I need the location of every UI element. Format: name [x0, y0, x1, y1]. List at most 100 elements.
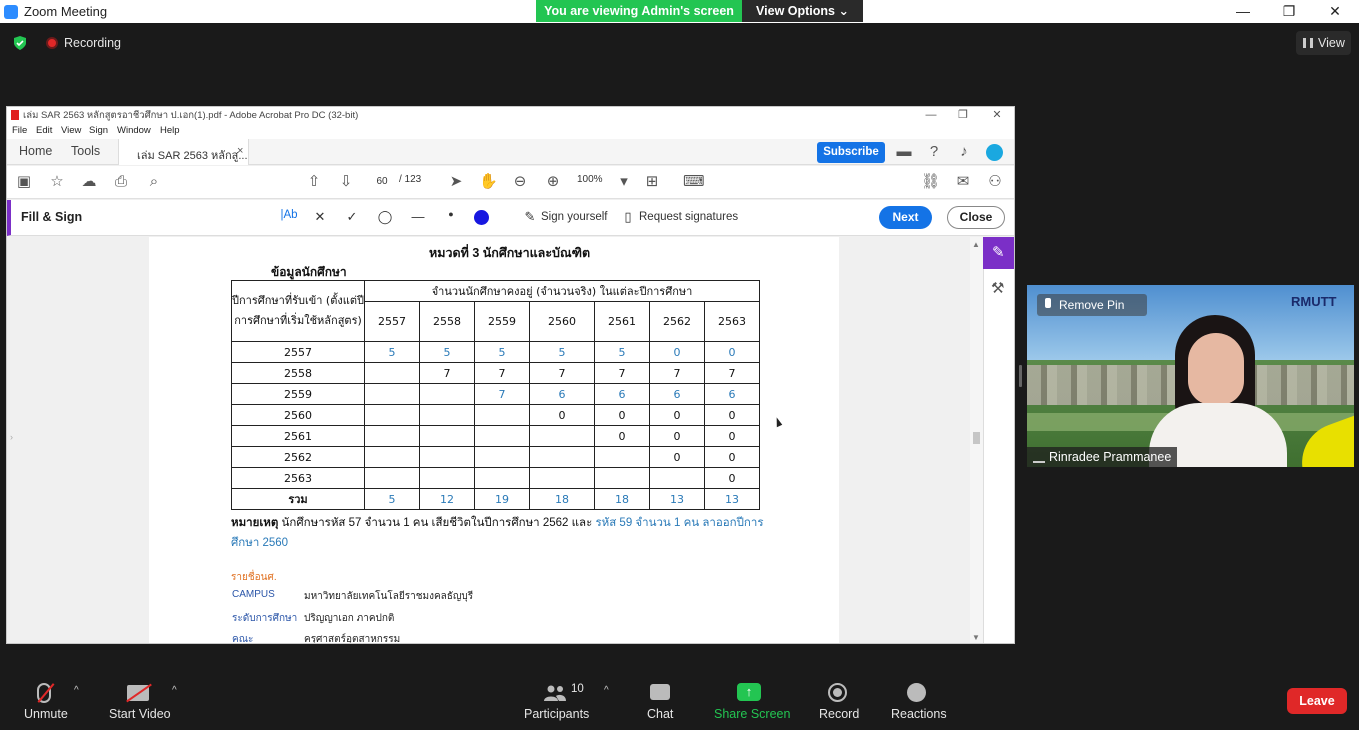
maximize-button[interactable]: ❐ [1274, 2, 1304, 20]
note-text-black: นักศึกษารหัส 57 จำนวน 1 คน เสียชีวิตในปี… [281, 517, 593, 529]
table-row: 2561 0 0 0 [231, 425, 760, 447]
chat-icon[interactable] [650, 684, 670, 700]
page-fit-icon[interactable]: ⊞ [643, 173, 661, 191]
info-key: ระดับการศึกษา [232, 613, 298, 624]
reactions-icon[interactable] [907, 683, 926, 702]
check-mark-icon[interactable]: ✓ [343, 209, 361, 225]
audio-options-caret-icon[interactable]: ^ [74, 685, 84, 696]
shield-icon[interactable] [12, 35, 28, 51]
close-button[interactable]: ✕ [1320, 2, 1350, 20]
fill-sign-rail-button[interactable]: ✎ [983, 237, 1014, 269]
year-header: 2562 [649, 301, 705, 342]
request-signatures-button[interactable]: Request signatures [639, 211, 738, 223]
sign-yourself-button[interactable]: Sign yourself [541, 211, 607, 223]
table-cell: 0 [649, 425, 705, 447]
print-icon[interactable]: ⎙ [112, 173, 130, 191]
table-cell: 5 [529, 341, 595, 363]
chevron-down-icon[interactable]: ▾ [615, 173, 633, 191]
keyboard-tools-icon[interactable]: ⌨ [683, 173, 705, 191]
add-text-icon[interactable]: |Ab [277, 209, 301, 225]
left-panel-toggle-icon[interactable]: › [10, 432, 13, 442]
subscribe-button[interactable]: Subscribe [817, 142, 885, 163]
participants-button[interactable]: Participants [524, 707, 589, 721]
unmute-button[interactable]: Unmute [24, 707, 68, 721]
email-icon[interactable]: ✉ [954, 173, 972, 191]
video-options-caret-icon[interactable]: ^ [172, 685, 182, 696]
cloud-upload-icon[interactable]: ☁ [80, 173, 98, 191]
view-options-button[interactable]: View Options ⌄ [742, 0, 863, 22]
acrobat-window-title: เล่ม SAR 2563 หลักสูตรอาชีวศึกษา ป.เอก(1… [23, 110, 359, 121]
previous-page-icon[interactable]: ⇧ [305, 173, 323, 191]
zoom-in-icon[interactable]: ⊕ [544, 173, 562, 191]
comment-icon[interactable]: ▬ [895, 143, 913, 161]
next-page-icon[interactable]: ⇩ [337, 173, 355, 191]
participants-caret-icon[interactable]: ^ [604, 685, 614, 696]
help-icon[interactable]: ? [925, 143, 943, 161]
tab-home[interactable]: Home [19, 144, 52, 158]
page-number-input[interactable]: 60 [369, 173, 395, 191]
scroll-up-icon[interactable]: ▲ [972, 240, 980, 249]
start-video-button[interactable]: Start Video [109, 707, 171, 721]
menu-edit[interactable]: Edit [36, 125, 52, 136]
cross-mark-icon[interactable]: ✕ [311, 209, 329, 225]
page-total: / 123 [399, 174, 422, 185]
tab-close-icon[interactable]: × [237, 145, 243, 157]
close-fill-sign-button[interactable]: Close [947, 206, 1005, 229]
next-button[interactable]: Next [879, 206, 932, 229]
request-signature-icon[interactable]: ▯ [619, 209, 637, 225]
zoom-level-select[interactable]: 100% [577, 174, 603, 185]
scrollbar-thumb[interactable] [973, 432, 980, 444]
reactions-button[interactable]: Reactions [891, 707, 947, 721]
select-pointer-icon[interactable]: ➤ [447, 173, 465, 191]
section-heading: หมวดที่ 3 นักศึกษาและบัณฑิต [429, 246, 591, 260]
link-icon[interactable]: ⛓ [921, 173, 940, 191]
share-screen-button[interactable]: Share Screen [714, 707, 790, 721]
star-icon[interactable]: ☆ [48, 173, 66, 191]
ellipse-icon[interactable]: ◯ [376, 209, 394, 225]
chat-button[interactable]: Chat [647, 707, 673, 721]
dot-icon[interactable]: ● [442, 209, 460, 225]
share-user-icon[interactable]: ⚇ [986, 173, 1004, 191]
tab-tools[interactable]: Tools [71, 144, 100, 158]
more-tools-icon[interactable]: ⚒ [991, 279, 1004, 297]
acrobat-minimize-button[interactable]: — [917, 107, 945, 124]
menu-sign[interactable]: Sign [89, 125, 108, 136]
color-picker-button[interactable] [474, 210, 489, 225]
save-icon[interactable]: ▣ [15, 173, 33, 191]
leave-button[interactable]: Leave [1287, 688, 1347, 714]
line-icon[interactable]: — [409, 209, 427, 225]
gallery-icon [1303, 38, 1313, 48]
right-tool-rail [983, 237, 1014, 643]
bell-icon[interactable]: ♪ [955, 143, 973, 161]
menu-help[interactable]: Help [160, 125, 180, 136]
table-cell: 5 [594, 341, 650, 363]
menu-window[interactable]: Window [117, 125, 151, 136]
zoom-out-icon[interactable]: ⊖ [511, 173, 529, 191]
menu-file[interactable]: File [12, 125, 27, 136]
minimize-button[interactable]: — [1228, 2, 1258, 20]
remove-pin-button[interactable]: Remove Pin [1037, 294, 1147, 316]
participants-icon[interactable] [543, 685, 567, 701]
view-layout-button[interactable]: View [1296, 31, 1351, 55]
info-key: คณะ [232, 634, 254, 644]
search-icon[interactable]: ⌕ [145, 173, 163, 191]
pin-icon [1045, 298, 1051, 308]
acrobat-maximize-button[interactable]: ❐ [949, 107, 977, 124]
record-button[interactable]: Record [819, 707, 859, 721]
share-screen-icon[interactable]: ↑ [737, 683, 761, 701]
participant-video-tile[interactable]: Remove Pin RMUTT Rinradee Prammanee [1027, 285, 1354, 467]
acrobat-close-button[interactable]: ✕ [983, 107, 1011, 124]
table-row-header: ปีการศึกษาที่รับเข้า (ตั้งแต่ปีการศึกษาท… [231, 280, 365, 342]
sign-pen-icon[interactable]: ✎ [521, 209, 539, 225]
hand-tool-icon[interactable]: ✋ [479, 173, 498, 191]
menu-view[interactable]: View [61, 125, 81, 136]
table-row: 2562 0 0 [231, 446, 760, 468]
scroll-down-icon[interactable]: ▼ [972, 633, 980, 642]
account-avatar[interactable] [986, 144, 1003, 161]
panel-resize-handle[interactable] [1019, 365, 1022, 387]
table-cell [529, 425, 595, 447]
recording-icon [46, 37, 58, 49]
table-cell: 7 [474, 383, 530, 405]
total-label: รวม [231, 488, 365, 510]
record-icon[interactable] [828, 683, 847, 702]
